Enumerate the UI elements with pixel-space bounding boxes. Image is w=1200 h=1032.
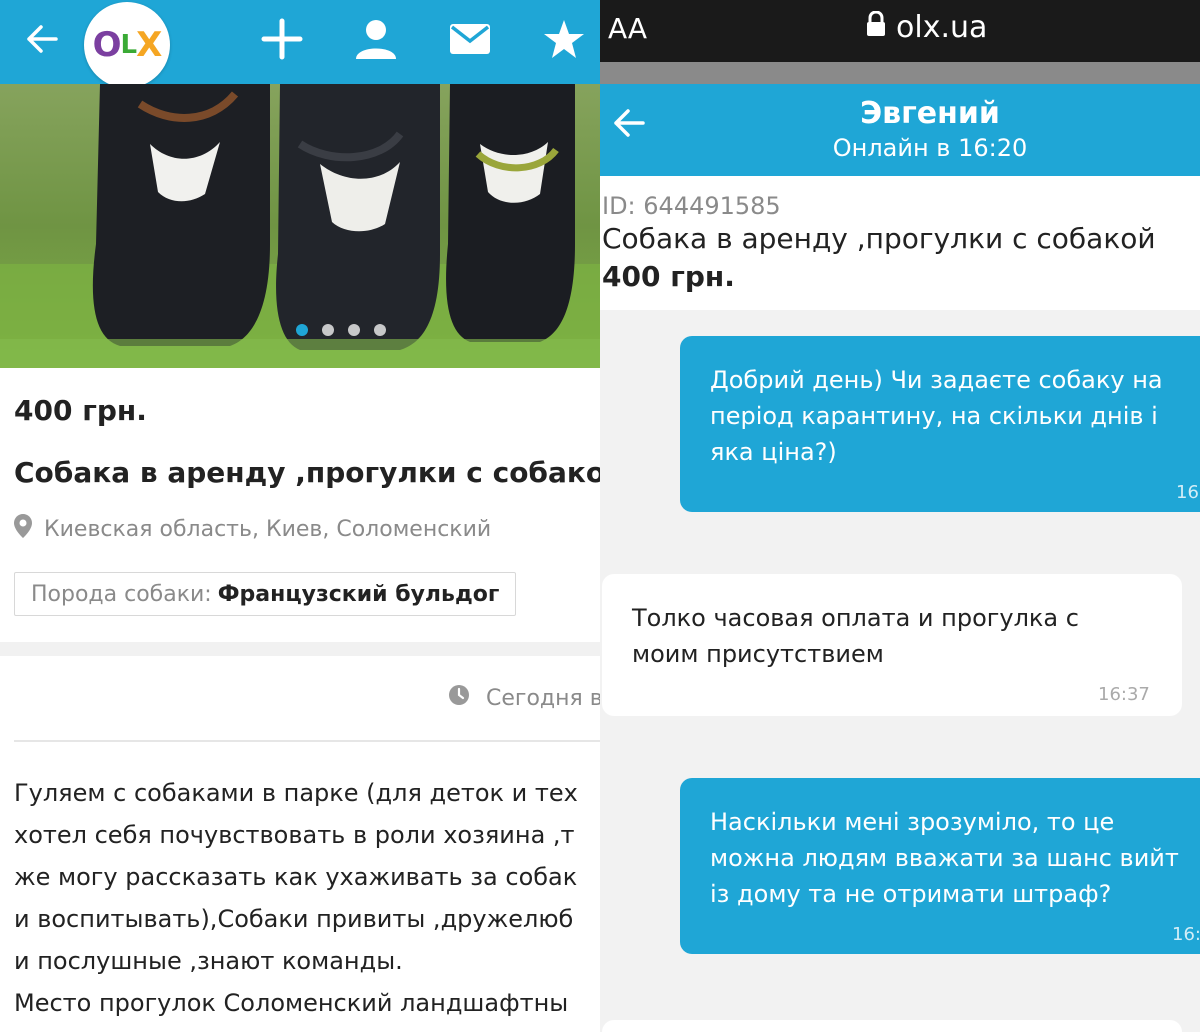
description-line: Место прогулок Соломенский ландшафтны [14,989,569,1017]
text-size-button[interactable]: AA [608,12,647,45]
ad-page: OLX 400 грн. Собака в аренду ,прогулки с… [0,0,600,1032]
ad-location[interactable]: Киевская область, Киев, Соломенский [14,514,491,544]
url-domain: olx.ua [896,10,988,45]
ad-id: ID: 644491585 [602,192,781,220]
location-text: Киевская область, Киев, Соломенский [44,516,492,542]
message-bubble-outgoing[interactable]: Добрий день) Чи задаєте собаку на період… [680,336,1200,512]
message-text: Наскільки мені зрозуміло, то це можна лю… [710,804,1179,912]
description-line: и послушные ,знают команды. [14,947,403,975]
message-line: Толко часовая оплата и прогулка с [632,604,1079,632]
logo-letter-o: O [92,25,122,65]
contact-status: Онлайн в 16:20 [832,134,1028,162]
ad-date: Сегодня в [448,684,600,712]
plus-icon[interactable] [254,14,310,64]
message-bubble-outgoing[interactable]: Наскільки мені зрозуміло, то це можна лю… [680,778,1200,954]
message-time: 16: [1172,924,1200,945]
message-line: можна людям вважати за шанс вийт [710,844,1179,872]
gallery-dot[interactable] [374,324,386,336]
chat-page: AA olx.ua Эвгений Онлайн в 16:20 ID: 644… [600,0,1200,1032]
message-line: Наскільки мені зрозуміло, то це [710,808,1115,836]
ad-price: 400 грн. [14,394,147,427]
ad-description: Гуляем с собаками в парке (для деток и т… [14,772,600,1024]
back-arrow-icon[interactable] [14,14,70,64]
user-icon[interactable] [348,14,404,64]
message-text: Добрий день) Чи задаєте собаку на період… [710,362,1163,470]
app-header: OLX [0,0,600,88]
breed-param[interactable]: Порода собаки: Французский бульдог [14,572,517,616]
logo-letter-x: X [136,25,162,65]
gallery-dot[interactable] [322,324,334,336]
olx-logo[interactable]: OLX [84,2,170,88]
url-field[interactable]: olx.ua [866,10,987,45]
message-line: період карантину, на скільки днів і [710,402,1158,430]
gallery-dots[interactable] [296,324,386,336]
contact-name: Эвгений [860,96,1000,131]
message-line: моим присутствием [632,640,884,668]
message-bubble-incoming[interactable]: Толко часовая оплата и прогулка с моим п… [602,574,1182,716]
description-line: же могу рассказать как ухаживать за соба… [14,863,578,891]
section-divider [0,642,600,656]
description-line: Гуляем с собаками в парке (для деток и т… [14,779,578,807]
ad-title: Собака в аренду ,прогулки с собакой [14,456,600,489]
logo-letter-l: L [120,30,138,60]
clock-icon [448,684,470,712]
gallery-dot-active[interactable] [296,324,308,336]
param-value: Французский бульдог [217,581,500,607]
description-line: хотел себя почувствовать в роли хозяина … [14,821,575,849]
screenshot-root: OLX 400 грн. Собака в аренду ,прогулки с… [0,0,1200,1032]
message-time: 16:37 [1098,684,1150,705]
ad-title: Собака в аренду ,прогулки с собакой [602,222,1156,255]
lock-icon [866,10,886,45]
star-icon[interactable] [536,14,592,64]
message-text: Толко часовая оплата и прогулка с моим п… [632,600,1079,672]
text-size-label: AA [608,12,648,45]
message-time: 16 [1176,482,1199,503]
message-bubble-incoming[interactable] [602,1020,1182,1032]
chat-ad-card[interactable]: ID: 644491585 Собака в аренду ,прогулки … [600,176,1200,310]
message-line: яка ціна?) [710,438,837,466]
chat-header: Эвгений Онлайн в 16:20 [600,84,1200,176]
param-label: Порода собаки: [31,581,212,607]
description-line: и воспитывать),Собаки привиты ,дружелюб [14,905,574,933]
browser-divider [600,62,1200,84]
ad-price: 400 грн. [602,260,735,293]
message-line: Добрий день) Чи задаєте собаку на [710,366,1163,394]
gallery-dot[interactable] [348,324,360,336]
message-line: із дому та не отримати штраф? [710,880,1112,908]
date-text: Сегодня в [486,685,600,711]
location-pin-icon [14,514,32,544]
divider-line [14,740,600,742]
browser-address-bar[interactable]: AA olx.ua [600,0,1200,62]
mail-icon[interactable] [442,14,498,64]
